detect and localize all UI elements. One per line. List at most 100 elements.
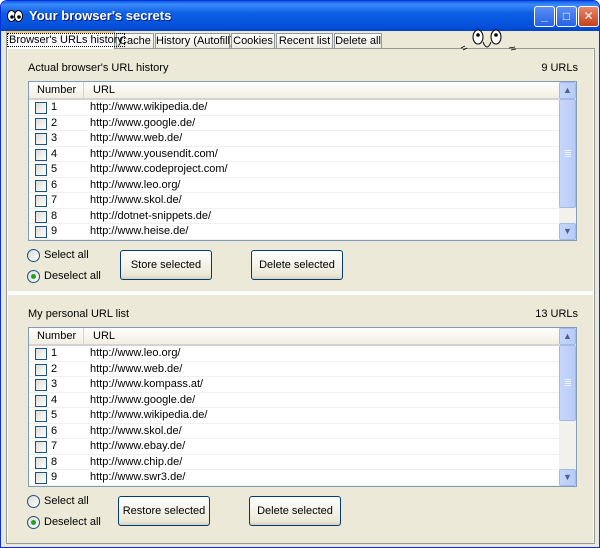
scroll-down-arrow-icon[interactable]: ▼: [559, 469, 576, 486]
column-header-url[interactable]: URL: [85, 82, 560, 98]
tab-recent-list[interactable]: Recent list: [276, 33, 333, 49]
row-number: 4: [51, 393, 58, 406]
row-checkbox[interactable]: [35, 117, 47, 130]
row-checkbox[interactable]: [35, 348, 47, 360]
row-checkbox[interactable]: [35, 394, 47, 407]
column-header-number[interactable]: Number: [29, 82, 84, 98]
row-url: http://www.google.de/: [90, 116, 196, 129]
table-row[interactable]: 5 http://www.codeproject.com/: [29, 162, 560, 178]
tab-browsers-urls-history[interactable]: Browser's URLs history: [6, 31, 125, 49]
close-icon: ✕: [583, 9, 594, 23]
scroll-thumb[interactable]: [559, 345, 576, 421]
app-window: Your browser's secrets _ □ ✕ Browser's U…: [0, 0, 600, 548]
row-url: http://www.yousendit.com/: [90, 147, 218, 160]
table-row[interactable]: 1 http://www.leo.org/: [29, 346, 560, 362]
history-url-list[interactable]: Number URL 1 http://www.wikipedia.de/ 2 ht…: [28, 81, 577, 241]
table-row[interactable]: 7 http://www.skol.de/: [29, 193, 560, 209]
scroll-down-arrow-icon[interactable]: ▼: [559, 223, 576, 240]
table-row[interactable]: 4 http://www.yousendit.com/: [29, 147, 560, 162]
table-row[interactable]: 8 http://dotnet-snippets.de/: [29, 209, 560, 224]
row-url: http://www.heise.de/: [90, 225, 189, 237]
history-count: 9 URLs: [541, 62, 578, 74]
row-url: http://www.skol.de/: [90, 194, 182, 206]
row-number: 3: [51, 378, 58, 390]
radio-button[interactable]: [27, 495, 40, 508]
store-selected-button[interactable]: Store selected: [120, 250, 212, 280]
radio-label: Deselect all: [44, 270, 101, 282]
scroll-up-arrow-icon[interactable]: ▲: [559, 328, 576, 345]
row-checkbox[interactable]: [35, 226, 47, 238]
personal-rows: 1 http://www.leo.org/ 2 http://www.web.de/…: [29, 346, 560, 486]
row-checkbox[interactable]: [35, 363, 47, 376]
row-url: http://www.web.de/: [90, 132, 183, 144]
row-number: 5: [51, 409, 58, 421]
tab-panel-browsers-urls-history: Actual browser's URL history 9 URLs Numb…: [6, 48, 595, 544]
row-checkbox[interactable]: [35, 133, 47, 145]
column-header-number[interactable]: Number: [29, 328, 84, 344]
history-list-header: Number URL: [29, 82, 560, 100]
restore-selected-button[interactable]: Restore selected: [118, 496, 210, 526]
tab-cookies[interactable]: Cookies: [231, 33, 275, 49]
title-bar[interactable]: Your browser's secrets _ □ ✕: [1, 1, 599, 31]
radio-label: Deselect all: [44, 516, 101, 528]
personal-count: 13 URLs: [535, 308, 578, 320]
column-header-url[interactable]: URL: [85, 328, 560, 344]
table-row[interactable]: 3 http://www.kompass.at/: [29, 377, 560, 393]
delete-selected-button[interactable]: Delete selected: [251, 250, 343, 280]
row-checkbox[interactable]: [35, 379, 47, 391]
delete-selected-button[interactable]: Delete selected: [249, 496, 341, 526]
row-checkbox[interactable]: [35, 195, 47, 207]
row-url: http://www.google.de/: [90, 393, 196, 406]
table-row[interactable]: 2 http://www.web.de/: [29, 362, 560, 377]
tab-history-autofill[interactable]: History (Autofill): [155, 33, 234, 49]
row-number: 2: [51, 362, 58, 375]
personal-url-list[interactable]: Number URL 1 http://www.leo.org/ 2 http://…: [28, 327, 577, 487]
table-row[interactable]: 6 http://www.skol.de/: [29, 424, 560, 439]
table-row[interactable]: 5 http://www.wikipedia.de/: [29, 408, 560, 424]
scroll-thumb[interactable]: [559, 99, 576, 208]
history-title: Actual browser's URL history: [28, 62, 169, 74]
close-button[interactable]: ✕: [578, 6, 599, 27]
peeking-eyes-icon: [460, 29, 517, 51]
table-row[interactable]: 9 http://www.swr3.de/: [29, 470, 560, 486]
table-row[interactable]: 7 http://www.ebay.de/: [29, 439, 560, 455]
row-number: 9: [51, 225, 58, 237]
window-title: Your browser's secrets: [29, 8, 172, 23]
row-checkbox[interactable]: [35, 102, 47, 114]
personal-list-header: Number URL: [29, 328, 560, 346]
row-url: http://www.wikipedia.de/: [90, 409, 208, 421]
row-checkbox[interactable]: [35, 148, 47, 161]
table-row[interactable]: 8 http://www.chip.de/: [29, 455, 560, 470]
maximize-icon: □: [562, 9, 571, 23]
maximize-button[interactable]: □: [556, 6, 577, 27]
radio-button[interactable]: [27, 270, 40, 283]
row-number: 6: [51, 178, 58, 191]
table-row[interactable]: 4 http://www.google.de/: [29, 393, 560, 408]
table-row[interactable]: 1 http://www.wikipedia.de/: [29, 100, 560, 116]
table-row[interactable]: 9 http://www.heise.de/: [29, 224, 560, 240]
radio-button[interactable]: [27, 516, 40, 529]
row-number: 4: [51, 147, 58, 160]
radio-label: Select all: [44, 249, 89, 261]
history-scrollbar[interactable]: ▲ ▼: [559, 82, 576, 240]
table-row[interactable]: 3 http://www.web.de/: [29, 131, 560, 147]
row-number: 1: [51, 347, 58, 359]
row-checkbox[interactable]: [35, 410, 47, 422]
row-url: http://www.codeproject.com/: [90, 163, 228, 175]
radio-button[interactable]: [27, 249, 40, 262]
row-url: http://www.wikipedia.de/: [90, 101, 208, 113]
row-checkbox[interactable]: [35, 456, 47, 469]
table-row[interactable]: 2 http://www.google.de/: [29, 116, 560, 131]
row-checkbox[interactable]: [35, 425, 47, 438]
row-checkbox[interactable]: [35, 441, 47, 453]
row-checkbox[interactable]: [35, 164, 47, 176]
row-checkbox[interactable]: [35, 472, 47, 484]
row-checkbox[interactable]: [35, 210, 47, 223]
tab-delete-all[interactable]: Delete all: [334, 33, 382, 49]
table-row[interactable]: 6 http://www.leo.org/: [29, 178, 560, 193]
minimize-button[interactable]: _: [534, 6, 555, 27]
scroll-up-arrow-icon[interactable]: ▲: [559, 82, 576, 99]
personal-title: My personal URL list: [28, 308, 130, 320]
personal-scrollbar[interactable]: ▲ ▼: [559, 328, 576, 486]
row-checkbox[interactable]: [35, 179, 47, 192]
